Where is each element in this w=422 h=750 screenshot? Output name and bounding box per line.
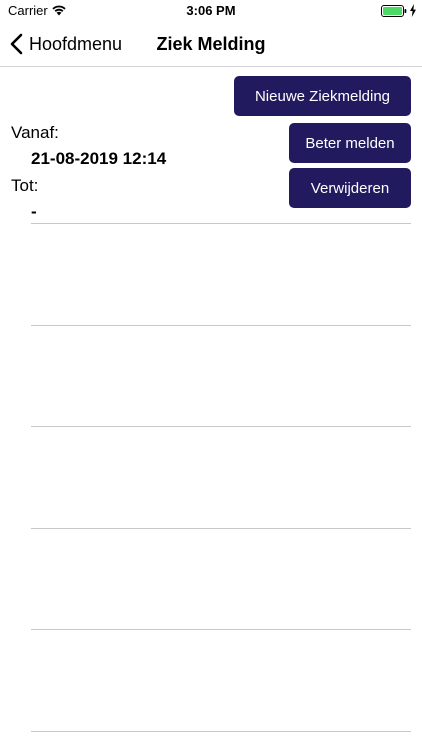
from-value: 21-08-2019 12:14: [31, 149, 167, 168]
clock: 3:06 PM: [186, 3, 236, 18]
list-separator: [31, 325, 411, 326]
to-value: -: [31, 202, 37, 221]
navigation-bar: Hoofdmenu Ziek Melding: [0, 22, 422, 67]
status-bar: Carrier 3:06 PM: [0, 0, 422, 22]
list-separator: [31, 223, 411, 224]
to-label: Tot:: [11, 176, 39, 195]
battery-icon: [381, 5, 407, 17]
list-separator: [31, 528, 411, 529]
list-separator: [31, 629, 411, 630]
from-label: Vanaf:: [11, 123, 59, 142]
charging-icon: [410, 4, 416, 17]
report-better-button[interactable]: Beter melden: [289, 123, 411, 163]
delete-button[interactable]: Verwijderen: [289, 168, 411, 208]
list-separator: [31, 426, 411, 427]
list-separator: [31, 731, 411, 732]
page-title: Ziek Melding: [156, 34, 266, 54]
new-sick-report-button[interactable]: Nieuwe Ziekmelding: [234, 76, 411, 116]
